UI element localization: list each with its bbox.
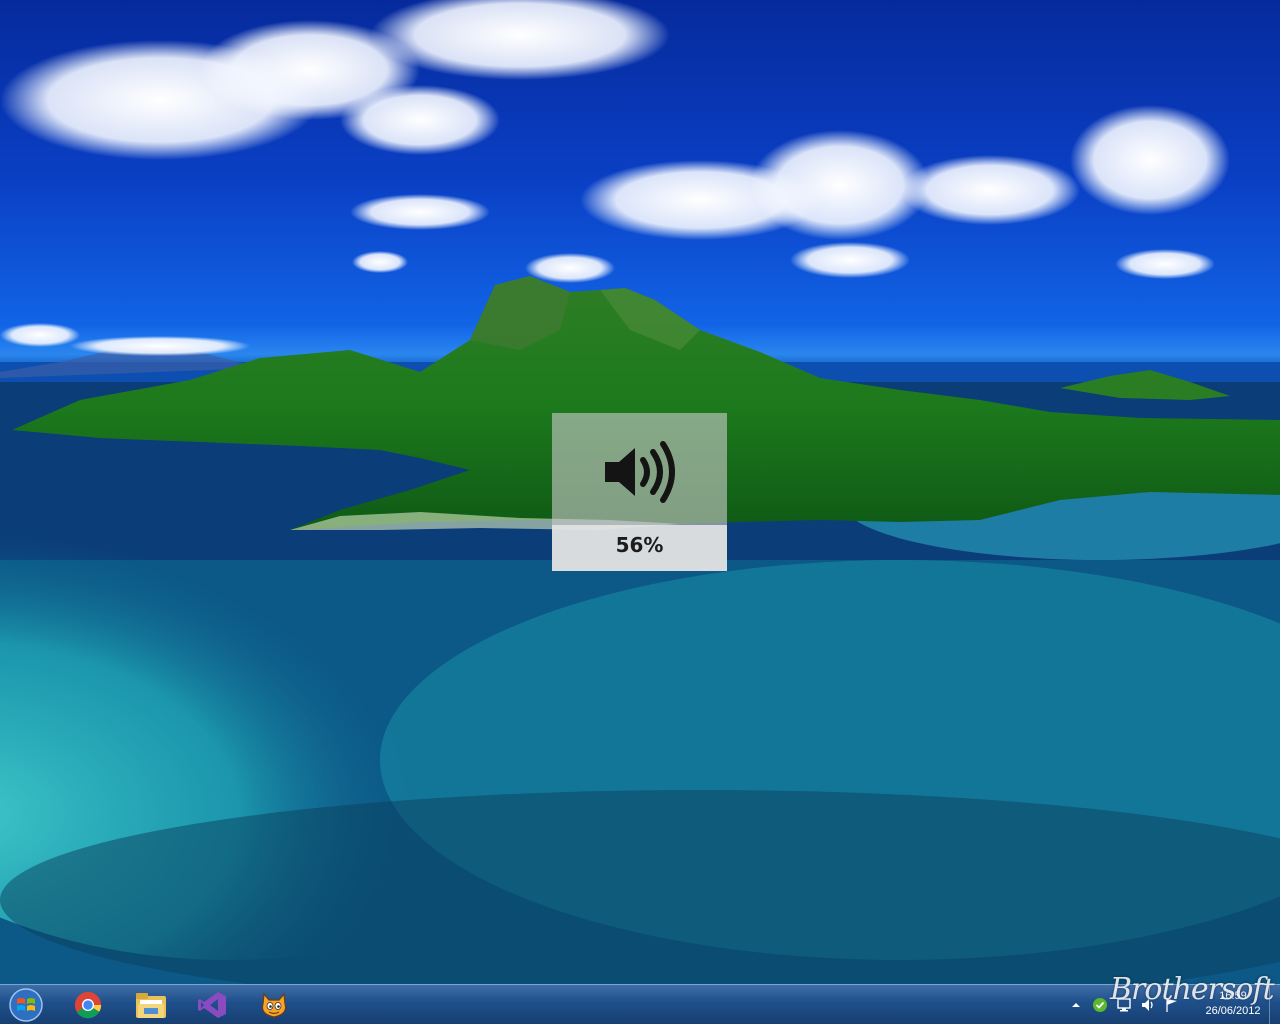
visual-studio-icon bbox=[198, 992, 226, 1018]
file-explorer-icon bbox=[136, 993, 166, 1018]
file-explorer-taskbar-button[interactable] bbox=[124, 987, 176, 1023]
chrome-icon bbox=[74, 991, 102, 1019]
visual-studio-taskbar-button[interactable] bbox=[186, 987, 238, 1023]
scratch-cat-icon bbox=[261, 992, 287, 1018]
taskbar: 16:59 26/06/2012 bbox=[0, 984, 1280, 1024]
check-shield-icon[interactable] bbox=[1092, 997, 1108, 1013]
chrome-taskbar-button[interactable] bbox=[62, 987, 114, 1023]
volume-percent-label: 56% bbox=[615, 533, 664, 557]
speaker-icon bbox=[605, 441, 675, 503]
show-hidden-icons-icon[interactable] bbox=[1068, 997, 1084, 1013]
scratch-taskbar-button[interactable] bbox=[248, 987, 300, 1023]
windows-start-icon bbox=[9, 988, 43, 1022]
start-button[interactable] bbox=[6, 987, 46, 1023]
volume-osd-label-area: 56% bbox=[552, 525, 727, 571]
brothersoft-watermark: Brothersoft bbox=[1110, 972, 1275, 1007]
